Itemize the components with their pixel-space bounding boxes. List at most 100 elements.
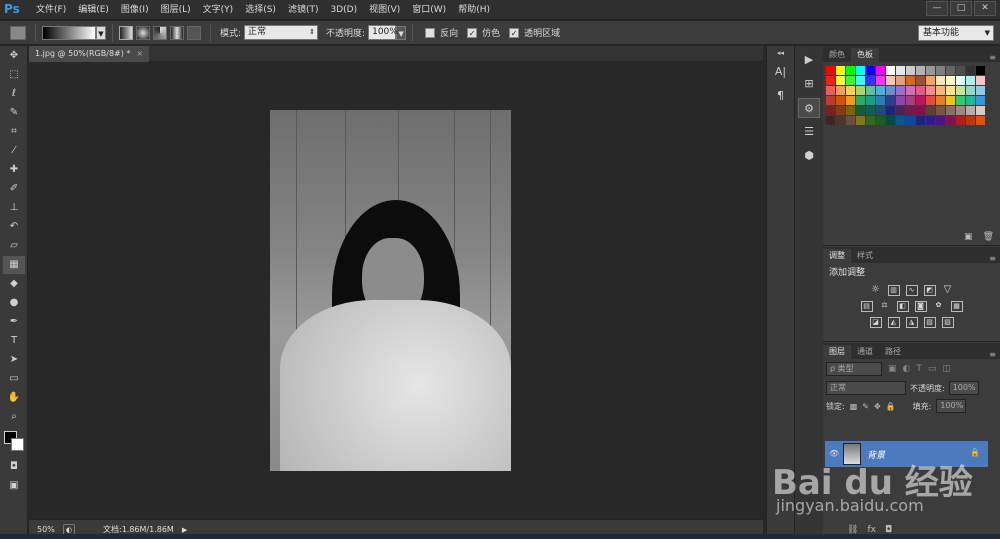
dither-checkbox[interactable]: ✓ (467, 27, 478, 38)
curves-icon[interactable]: ∿ (905, 285, 918, 296)
reverse-checkbox[interactable] (425, 27, 436, 38)
filter-smart-icon[interactable]: ◫ (942, 364, 951, 374)
trash-icon[interactable]: 🗑 (983, 232, 994, 242)
brightness-icon[interactable]: ☼ (870, 285, 882, 296)
color-swatch[interactable] (946, 96, 955, 105)
color-swatch[interactable] (886, 116, 895, 125)
tab-layers[interactable]: 图层 (823, 345, 851, 359)
photo-filter-icon[interactable]: ◙ (914, 301, 927, 312)
background-color[interactable] (11, 438, 24, 451)
color-swatch[interactable] (866, 86, 875, 95)
fill-input[interactable]: 100% (936, 399, 967, 413)
color-swatch[interactable] (896, 96, 905, 105)
color-swatch[interactable] (976, 96, 985, 105)
color-swatch[interactable] (836, 66, 845, 75)
color-swatch[interactable] (966, 66, 975, 75)
posterize-icon[interactable]: ◭ (887, 317, 900, 328)
color-swatch[interactable] (926, 106, 935, 115)
exposure-icon[interactable]: ◩ (923, 285, 936, 296)
vibrance-icon[interactable]: ▽ (942, 285, 954, 296)
close-button[interactable]: ✕ (974, 1, 996, 16)
hue-saturation-icon[interactable]: ▤ (860, 301, 873, 312)
color-swatch[interactable] (886, 66, 895, 75)
color-swatch[interactable] (876, 66, 885, 75)
color-swatch[interactable] (956, 86, 965, 95)
reflected-gradient-button[interactable] (170, 25, 184, 40)
layer-opacity-input[interactable]: 100% (948, 381, 979, 395)
color-swatch[interactable] (896, 116, 905, 125)
color-swatch[interactable] (916, 86, 925, 95)
workspace-select[interactable]: 基本功能 ▼ (918, 25, 994, 41)
marquee-tool-icon[interactable]: ⬚ (3, 66, 25, 84)
menu-filter[interactable]: 滤镜(T) (282, 0, 325, 20)
color-swatch[interactable] (886, 76, 895, 85)
color-swatch[interactable] (976, 66, 985, 75)
shape-tool-icon[interactable]: ▭ (3, 370, 25, 388)
close-icon[interactable]: × (136, 49, 143, 58)
color-swatch[interactable] (966, 96, 975, 105)
color-swatch[interactable] (876, 106, 885, 115)
color-swatch[interactable] (896, 86, 905, 95)
color-swatch[interactable] (866, 66, 875, 75)
brush-tool-icon[interactable]: ✐ (3, 180, 25, 198)
color-swatch[interactable] (916, 76, 925, 85)
dodge-tool-icon[interactable]: ● (3, 294, 25, 312)
color-swatch[interactable] (826, 66, 835, 75)
crop-tool-icon[interactable]: ⌗ (3, 123, 25, 141)
document-image[interactable] (270, 110, 511, 471)
new-swatch-icon[interactable]: ▣ (964, 232, 973, 242)
layer-filter-select[interactable]: ρ 类型 (826, 362, 882, 376)
color-swatch[interactable] (826, 96, 835, 105)
blur-tool-icon[interactable]: ◆ (3, 275, 25, 293)
filter-type-icon[interactable]: T (916, 364, 922, 374)
color-swatch[interactable] (856, 96, 865, 105)
lock-position-icon[interactable]: ✥ (874, 402, 881, 411)
color-swatch[interactable] (876, 76, 885, 85)
color-swatch[interactable] (976, 116, 985, 125)
color-swatch[interactable] (836, 116, 845, 125)
color-balance-icon[interactable]: ⚖ (879, 301, 891, 312)
color-swatch[interactable] (866, 116, 875, 125)
diamond-gradient-button[interactable] (187, 25, 201, 40)
layer-comps-icon[interactable]: ☰ (798, 122, 820, 142)
gradient-map-icon[interactable]: ▧ (923, 317, 936, 328)
color-swatch[interactable] (886, 106, 895, 115)
color-swatch[interactable] (926, 66, 935, 75)
black-white-icon[interactable]: ◧ (896, 301, 909, 312)
history-panel-icon[interactable]: ⊞ (798, 74, 820, 94)
lock-all-icon[interactable]: 🔒 (886, 402, 896, 411)
menu-file[interactable]: 文件(F) (30, 0, 72, 20)
filter-pixel-icon[interactable]: ▣ (888, 364, 897, 374)
chevron-right-icon[interactable]: ▶ (182, 526, 187, 534)
collapse-arrows-icon[interactable]: ◂◂ (770, 48, 792, 58)
color-swatch[interactable] (846, 106, 855, 115)
color-swatch[interactable] (936, 66, 945, 75)
color-swatch[interactable] (936, 96, 945, 105)
color-swatch[interactable] (956, 116, 965, 125)
color-swatch[interactable] (906, 106, 915, 115)
color-swatch[interactable] (946, 86, 955, 95)
document-tab[interactable]: 1.jpg @ 50%(RGB/8#) * × (29, 46, 150, 62)
color-swatch[interactable] (916, 106, 925, 115)
filter-shape-icon[interactable]: ▭ (928, 364, 937, 374)
color-swatch[interactable] (946, 76, 955, 85)
panel-menu-icon[interactable]: ≡ (989, 254, 1000, 263)
color-swatch[interactable] (826, 86, 835, 95)
filter-adjust-icon[interactable]: ◐ (903, 364, 911, 374)
mode-select[interactable]: 正常 ⇕ (244, 25, 319, 40)
quick-select-tool-icon[interactable]: ✎ (3, 104, 25, 122)
blend-mode-select[interactable]: 正常 (826, 381, 906, 395)
zoom-level[interactable]: 50% (37, 525, 63, 534)
maximize-button[interactable]: □ (950, 1, 972, 16)
color-swatch[interactable] (906, 66, 915, 75)
path-select-tool-icon[interactable]: ➤ (3, 351, 25, 369)
color-swatch[interactable] (956, 106, 965, 115)
color-swatch[interactable] (846, 86, 855, 95)
color-swatch[interactable] (956, 96, 965, 105)
transparency-checkbox[interactable]: ✓ (509, 27, 520, 38)
color-swatch[interactable] (876, 96, 885, 105)
gradient-tool-icon[interactable]: ▦ (3, 256, 25, 274)
linear-gradient-button[interactable] (119, 25, 133, 40)
healing-brush-tool-icon[interactable]: ✚ (3, 161, 25, 179)
quick-mask-icon[interactable]: ◘ (3, 458, 25, 476)
